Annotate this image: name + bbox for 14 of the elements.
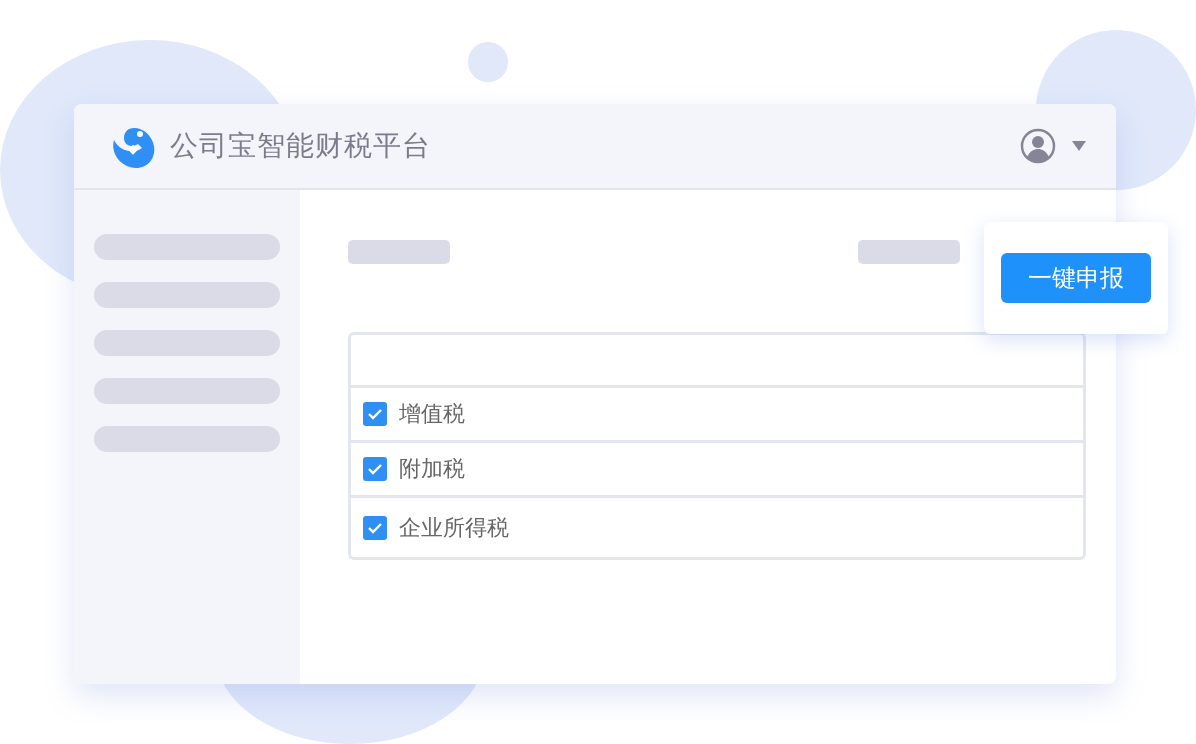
check-icon [367, 408, 383, 420]
checkbox[interactable] [363, 457, 387, 481]
tax-label: 企业所得税 [399, 513, 509, 542]
app-title: 公司宝智能财税平台 [170, 128, 432, 164]
checkbox[interactable] [363, 515, 387, 540]
check-icon [367, 463, 383, 475]
caret-icon[interactable] [1072, 141, 1086, 151]
tax-label: 增值税 [399, 400, 465, 428]
checkbox[interactable] [363, 402, 387, 426]
check-icon [367, 521, 383, 534]
decor-circle [468, 42, 508, 82]
user-avatar-icon[interactable] [1020, 128, 1056, 164]
declare-button[interactable]: 一键申报 [1001, 253, 1151, 303]
tax-label: 附加税 [399, 455, 465, 483]
